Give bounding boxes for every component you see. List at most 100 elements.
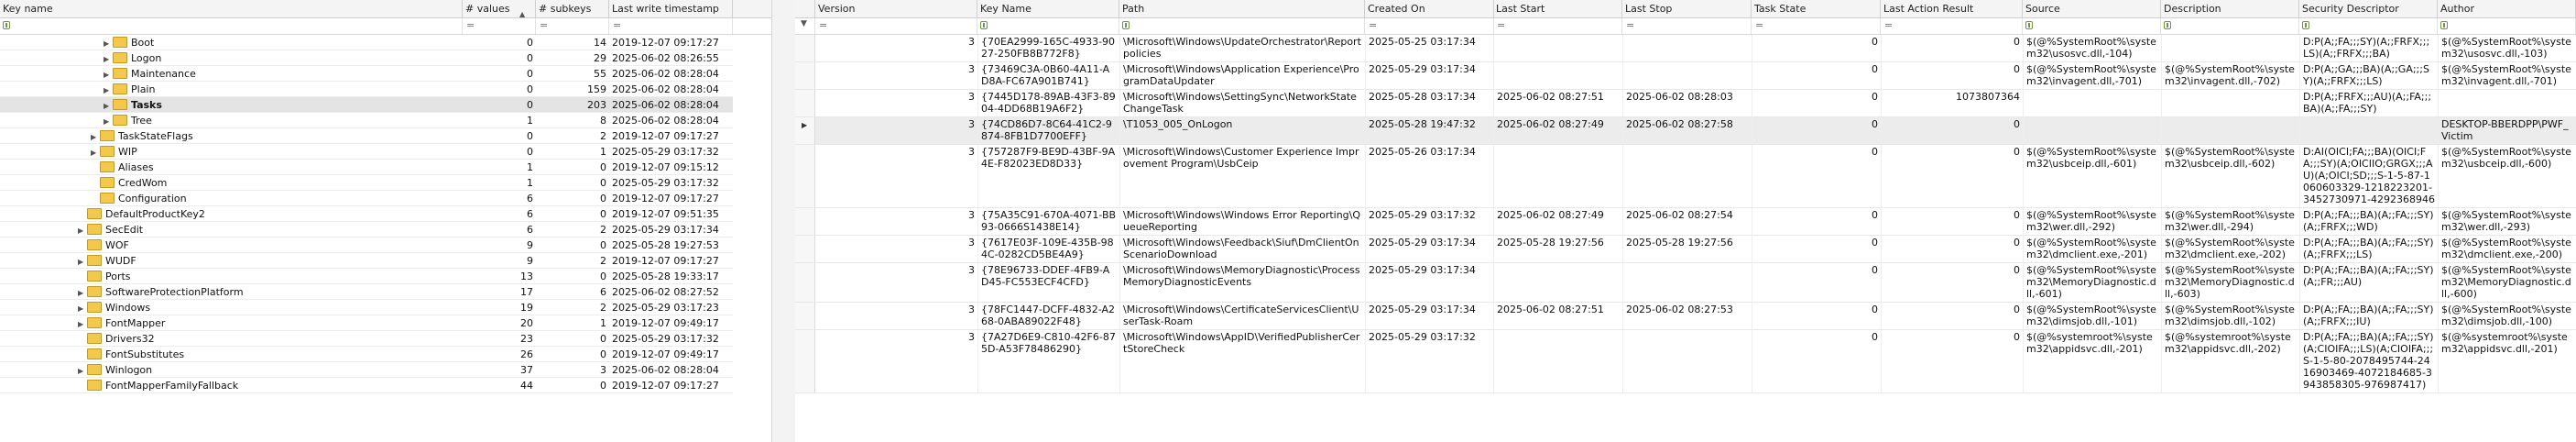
key-tree-row[interactable]: ▶ Windows 19 2 2025-05-29 03:17:23 bbox=[0, 300, 733, 315]
key-tree-row[interactable]: Drivers32 23 0 2025-05-29 03:17:32 bbox=[0, 331, 733, 347]
task-table-row[interactable]: 3 {73469C3A-0B60-4A11-AD8A-FC67A901B741} \… bbox=[795, 62, 2576, 90]
filter-cell-security-descriptor[interactable] bbox=[2299, 18, 2438, 34]
key-tree-row[interactable]: ▶ TaskStateFlags 0 2 2019-12-07 09:17:27 bbox=[0, 128, 733, 144]
key-tree-row[interactable]: FontMapperFamilyFallback 44 0 2019-12-07 09… bbox=[0, 378, 733, 393]
row-indicator[interactable] bbox=[795, 90, 815, 116]
row-indicator[interactable] bbox=[795, 62, 815, 89]
expand-arrow-icon[interactable]: ▶ bbox=[78, 364, 87, 378]
task-table-row[interactable]: 3 {78E96733-DDEF-4FB9-AD45-FC553ECF4CFD} \… bbox=[795, 263, 2576, 303]
row-indicator[interactable] bbox=[795, 303, 815, 329]
key-tree-row[interactable]: ▶ SoftwareProtectionPlatform 17 6 2025-06-02… bbox=[0, 284, 733, 300]
filter-cell-values[interactable]: = bbox=[463, 18, 536, 34]
column-header-author[interactable]: Author bbox=[2438, 0, 2576, 17]
expand-arrow-icon[interactable]: ▶ bbox=[104, 37, 113, 50]
task-table-row[interactable]: 3 {7A27D6E9-C810-42F6-875D-A53F78486290} \… bbox=[795, 330, 2576, 393]
task-table-row[interactable]: 3 {70EA2999-165C-4933-9027-250FB8B772F8} \… bbox=[795, 35, 2576, 62]
key-tree-row[interactable]: FontSubstitutes 26 0 2019-12-07 09:49:17 bbox=[0, 347, 733, 362]
row-indicator[interactable] bbox=[795, 208, 815, 235]
key-tree-row[interactable]: ▶ FontMapper 20 1 2019-12-07 09:49:17 bbox=[0, 315, 733, 331]
expand-arrow-icon[interactable]: ▶ bbox=[78, 224, 87, 238]
filter-cell-key-name[interactable] bbox=[977, 18, 1119, 34]
task-table-row[interactable]: ▶ 3 {74CD86D7-8C64-41C2-9874-8FB1D7700EFF}… bbox=[795, 117, 2576, 145]
row-indicator[interactable] bbox=[795, 330, 815, 392]
expand-arrow-icon[interactable]: ▶ bbox=[104, 99, 113, 113]
column-header-subkeys[interactable]: # subkeys bbox=[536, 0, 609, 17]
row-indicator[interactable]: ▶ bbox=[795, 117, 815, 144]
key-tree-row[interactable]: Aliases 1 0 2019-12-07 09:15:12 bbox=[0, 160, 733, 175]
row-indicator[interactable] bbox=[795, 263, 815, 302]
key-tree-row[interactable]: DefaultProductKey2 6 0 2019-12-07 09:51:35 bbox=[0, 206, 733, 222]
column-header-last-start[interactable]: Last Start bbox=[1493, 0, 1622, 17]
expand-arrow-icon[interactable]: ▶ bbox=[104, 52, 113, 66]
task-table-row[interactable]: 3 {78FC1447-DCFF-4832-A268-0ABA89022F48} \… bbox=[795, 303, 2576, 330]
column-header-last-stop[interactable]: Last Stop bbox=[1622, 0, 1752, 17]
pane-splitter[interactable] bbox=[771, 0, 797, 442]
key-tree-row[interactable]: CredWom 1 0 2025-05-29 03:17:32 bbox=[0, 175, 733, 191]
values-count-cell: 0 bbox=[527, 130, 533, 142]
key-tree-row[interactable]: ▶ SecEdit 6 2 2025-05-29 03:17:34 bbox=[0, 222, 733, 238]
column-header-last-action-result[interactable]: Last Action Result bbox=[1881, 0, 2023, 17]
filter-icon bbox=[3, 21, 10, 29]
filter-cell-source[interactable] bbox=[2023, 18, 2161, 34]
column-header-version[interactable]: Version bbox=[815, 0, 977, 17]
key-tree-row[interactable]: ▶ Maintenance 0 55 2025-06-02 08:28:04 bbox=[0, 66, 733, 82]
column-header-task-state[interactable]: Task State bbox=[1752, 0, 1881, 17]
key-tree-row[interactable]: Ports 13 0 2025-05-28 19:33:17 bbox=[0, 269, 733, 284]
task-table-row[interactable]: 3 {757287F9-BE9D-43BF-9A4E-F82023ED8D33} \… bbox=[795, 145, 2576, 208]
column-header-security-descriptor[interactable]: Security Descriptor bbox=[2299, 0, 2438, 17]
key-tree-row[interactable]: ▶ WUDF 9 2 2019-12-07 09:17:27 bbox=[0, 253, 733, 269]
key-name-cell: ▶ Plain bbox=[0, 82, 463, 96]
filter-cell-version[interactable]: = bbox=[815, 18, 977, 34]
key-tree-row[interactable]: ▶ Boot 0 14 2019-12-07 09:17:27 bbox=[0, 35, 733, 50]
column-header-description[interactable]: Description bbox=[2161, 0, 2299, 17]
column-header-key-name[interactable]: Key Name bbox=[977, 0, 1119, 17]
key-tree-row[interactable]: Configuration 6 0 2019-12-07 09:17:27 bbox=[0, 191, 733, 206]
key-tree-row[interactable]: ▶ Logon 0 29 2025-06-02 08:26:55 bbox=[0, 50, 733, 66]
row-indicator[interactable] bbox=[795, 145, 815, 207]
filter-cell-description[interactable] bbox=[2161, 18, 2299, 34]
column-header-values[interactable]: # values ▲ bbox=[463, 0, 536, 17]
task-table-row[interactable]: 3 {75A35C91-670A-4071-BB93-0666S1438E14} \… bbox=[795, 208, 2576, 236]
key-tree-row[interactable]: ▶ Plain 0 159 2025-06-02 08:28:04 bbox=[0, 82, 733, 97]
column-header-path[interactable]: Path bbox=[1119, 0, 1365, 17]
folder-icon bbox=[113, 52, 127, 63]
filter-cell-subkeys[interactable]: = bbox=[536, 18, 609, 34]
column-header-source[interactable]: Source bbox=[2023, 0, 2161, 17]
version-cell: 3 bbox=[968, 331, 975, 343]
expand-arrow-icon[interactable]: ▶ bbox=[104, 115, 113, 128]
expand-arrow-icon[interactable]: ▶ bbox=[78, 286, 87, 300]
key-tree-row[interactable]: ▶ Tree 1 8 2025-06-02 08:28:04 bbox=[0, 113, 733, 128]
expand-arrow-icon[interactable]: ▶ bbox=[78, 255, 87, 269]
key-tree-row[interactable]: WOF 9 0 2025-05-28 19:27:53 bbox=[0, 238, 733, 253]
expand-arrow-icon[interactable]: ▶ bbox=[91, 130, 100, 144]
filter-cell-timestamp[interactable]: = bbox=[609, 18, 733, 34]
task-table-row[interactable]: 3 {7445D178-89AB-43F3-8904-4DD68B19A6F2} \… bbox=[795, 90, 2576, 117]
expand-arrow-icon[interactable]: ▶ bbox=[78, 302, 87, 315]
filter-toggle-cell[interactable]: ▼ bbox=[795, 18, 815, 34]
filter-cell-author[interactable] bbox=[2438, 18, 2576, 34]
task-table-row[interactable]: 3 {7617E03F-109E-435B-984C-0282CD5BE4A9} \… bbox=[795, 236, 2576, 263]
values-count-cell: 9 bbox=[527, 239, 533, 251]
filter-cell-key-name[interactable] bbox=[0, 18, 463, 34]
expand-arrow-icon[interactable]: ▶ bbox=[78, 317, 87, 331]
key-tree-row[interactable]: ▶ Tasks 0 203 2025-06-02 08:28:04 bbox=[0, 97, 733, 113]
filter-cell-last-start[interactable]: = bbox=[1493, 18, 1622, 34]
key-tree-row[interactable]: ▶ WIP 0 1 2025-05-29 03:17:32 bbox=[0, 144, 733, 160]
filter-cell-task-state[interactable]: = bbox=[1752, 18, 1881, 34]
filter-cell-created-on[interactable]: = bbox=[1365, 18, 1494, 34]
expand-arrow-icon[interactable]: ▶ bbox=[104, 68, 113, 82]
expand-arrow-icon[interactable]: ▶ bbox=[104, 83, 113, 97]
expand-arrow-icon[interactable]: ▶ bbox=[91, 146, 100, 160]
column-header-timestamp[interactable]: Last write timestamp bbox=[609, 0, 733, 17]
key-name-cell: Drivers32 bbox=[0, 331, 463, 346]
filter-cell-last-action-result[interactable]: = bbox=[1881, 18, 2023, 34]
values-count-cell: 6 bbox=[527, 224, 533, 236]
column-header-key-name[interactable]: Key name bbox=[0, 0, 463, 17]
filter-cell-last-stop[interactable]: = bbox=[1622, 18, 1752, 34]
row-indicator[interactable] bbox=[795, 236, 815, 262]
column-header-created-on[interactable]: Created On bbox=[1365, 0, 1494, 17]
key-tree-row[interactable]: ▶ Winlogon 37 3 2025-06-02 08:28:04 bbox=[0, 362, 733, 378]
row-indicator[interactable] bbox=[795, 35, 815, 61]
filter-cell-path[interactable] bbox=[1119, 18, 1365, 34]
task-state-cell: 0 bbox=[1752, 145, 1881, 207]
